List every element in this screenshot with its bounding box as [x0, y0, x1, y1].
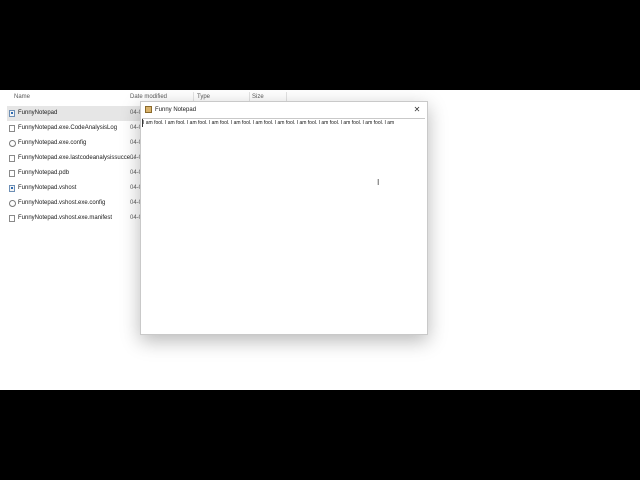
file-row[interactable]: FunnyNotepad.vshost.exe.config 04-0 — [7, 196, 157, 211]
text-cursor-icon: I — [377, 178, 380, 187]
file-name: FunnyNotepad.exe.lastcodeanalysissucce..… — [18, 155, 136, 161]
notepad-app-icon — [145, 106, 152, 113]
config-icon — [9, 200, 16, 207]
editor-text: I am fool. I am fool. I am fool. I am fo… — [142, 119, 395, 127]
app-icon — [9, 110, 15, 117]
file-list: FunnyNotepad 04-0 FunnyNotepad.exe.CodeA… — [7, 106, 157, 226]
file-row[interactable]: FunnyNotepad.exe.lastcodeanalysissucce..… — [7, 151, 157, 166]
close-icon[interactable]: ✕ — [410, 103, 424, 117]
file-row[interactable]: FunnyNotepad 04-0 — [7, 106, 157, 121]
window-title: Funny Notepad — [155, 107, 197, 113]
file-row[interactable]: FunnyNotepad.vshost 04-0 — [7, 181, 157, 196]
file-name: FunnyNotepad.vshost — [18, 185, 77, 191]
file-row[interactable]: FunnyNotepad.exe.config 04-0 — [7, 136, 157, 151]
notepad-window: Funny Notepad ✕ I am fool. I am fool. I … — [140, 101, 428, 335]
document-icon — [9, 125, 15, 132]
document-icon — [9, 170, 15, 177]
document-icon — [9, 215, 15, 222]
column-header-name[interactable]: Name — [14, 90, 30, 104]
file-name: FunnyNotepad.vshost.exe.config — [18, 200, 106, 206]
screen-content: Name Date modified Type Size FunnyNotepa… — [0, 90, 640, 390]
config-icon — [9, 140, 16, 147]
file-name: FunnyNotepad.pdb — [18, 170, 70, 176]
app-icon — [9, 185, 15, 192]
text-editor-area[interactable]: I am fool. I am fool. I am fool. I am fo… — [142, 118, 425, 332]
title-bar[interactable]: Funny Notepad ✕ — [141, 102, 427, 118]
file-row[interactable]: FunnyNotepad.exe.CodeAnalysisLog 04-0 — [7, 121, 157, 136]
document-icon — [9, 155, 15, 162]
file-name: FunnyNotepad.exe.config — [18, 140, 87, 146]
file-name: FunnyNotepad — [18, 110, 58, 116]
file-name: FunnyNotepad.vshost.exe.manifest — [18, 215, 113, 221]
file-row[interactable]: FunnyNotepad.pdb 04-0 — [7, 166, 157, 181]
file-row[interactable]: FunnyNotepad.vshost.exe.manifest 04-0 — [7, 211, 157, 226]
file-name: FunnyNotepad.exe.CodeAnalysisLog — [18, 125, 118, 131]
